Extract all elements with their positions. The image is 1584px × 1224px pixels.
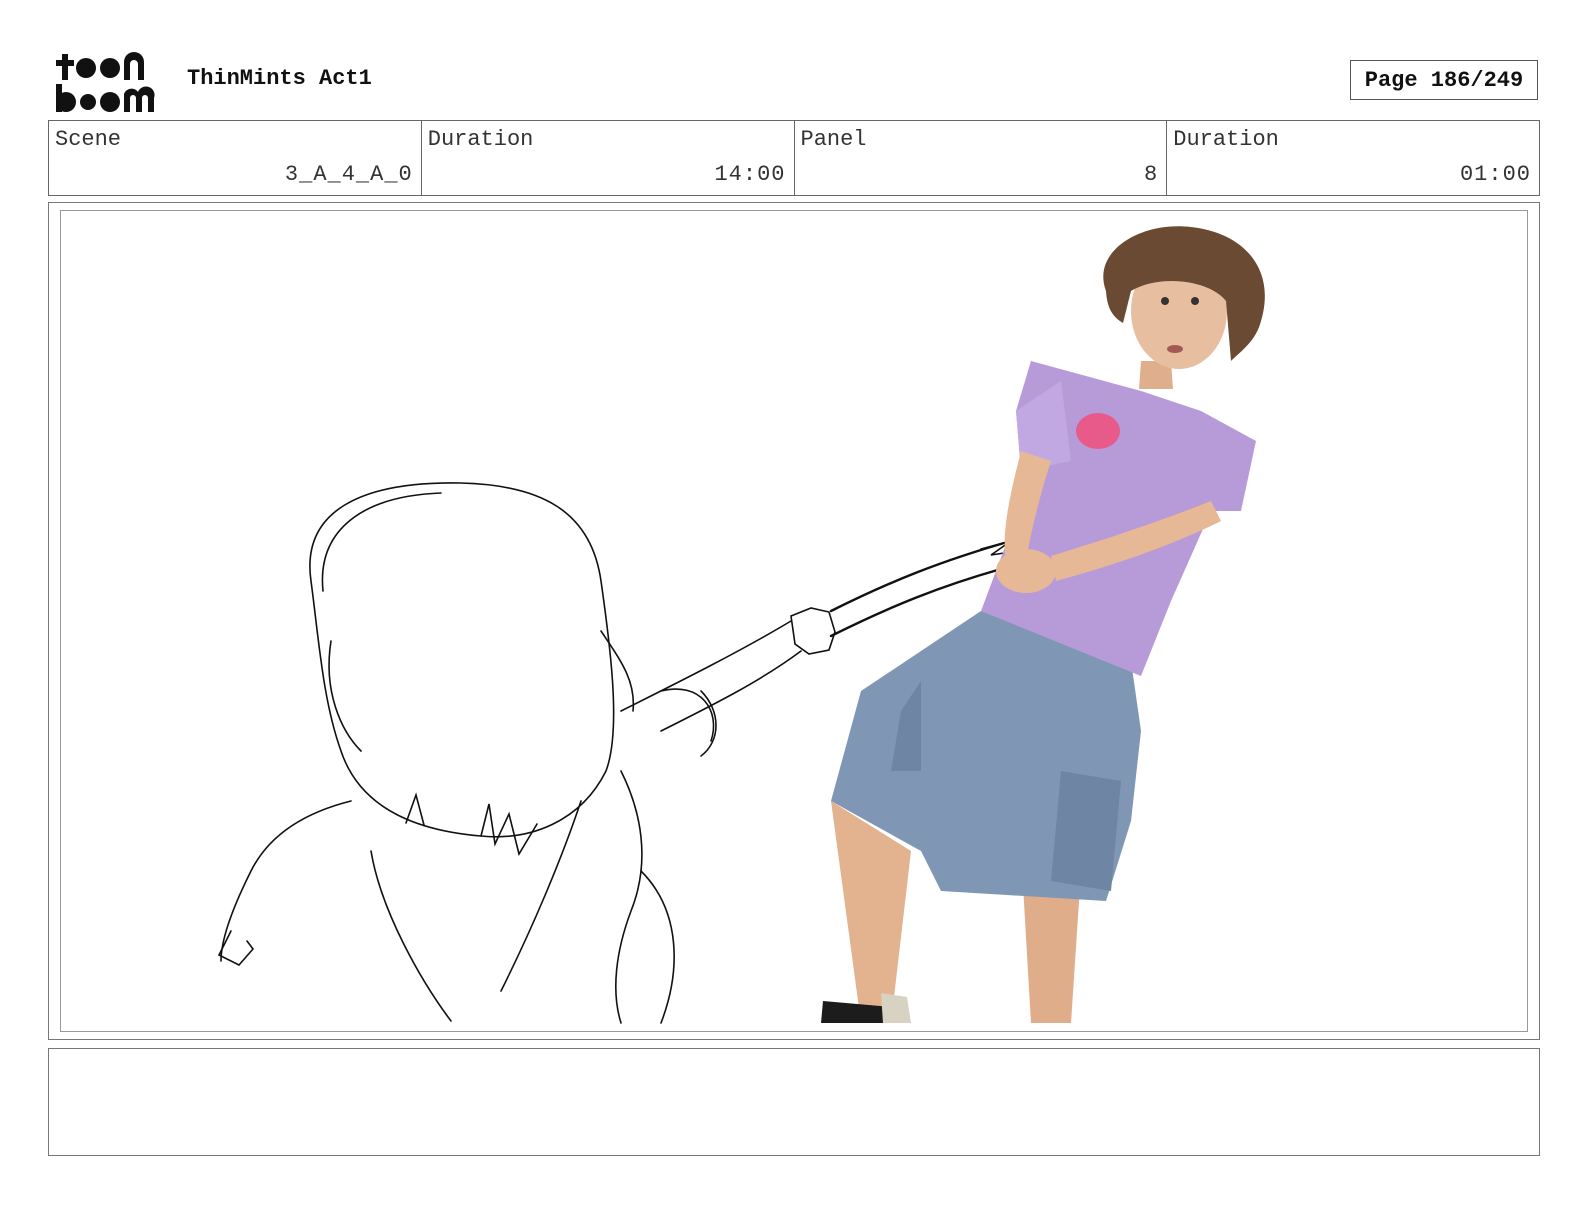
- toon-boom-logo: [50, 50, 166, 114]
- page-indicator: Page 186/249: [1350, 60, 1538, 100]
- scene-duration-label: Duration: [427, 127, 534, 152]
- panel-duration-label: Duration: [1173, 127, 1279, 152]
- scene-cell: Scene 3_A_4_A_0: [49, 121, 422, 195]
- project-title: ThinMints Act1: [187, 66, 372, 91]
- panel-notes: [48, 1048, 1540, 1156]
- panel-duration-cell: Duration 01:00: [1167, 121, 1539, 195]
- panel-cell: Panel 8: [795, 121, 1168, 195]
- scene-duration-value: 14:00: [714, 162, 786, 187]
- panel-label: Panel: [800, 127, 867, 152]
- panel-duration-value: 01:00: [1459, 162, 1531, 187]
- photo-character: [821, 226, 1265, 1023]
- scene-label: Scene: [55, 127, 122, 152]
- scene-duration-cell: Duration 14:00: [422, 121, 795, 195]
- scene-value: 3_A_4_A_0: [284, 162, 413, 187]
- panel-value: 8: [1144, 162, 1159, 187]
- logo-mark: [56, 52, 155, 112]
- storyboard-image: [60, 210, 1528, 1032]
- scene-info-row: Scene 3_A_4_A_0 Duration 14:00 Panel 8 D…: [48, 120, 1540, 196]
